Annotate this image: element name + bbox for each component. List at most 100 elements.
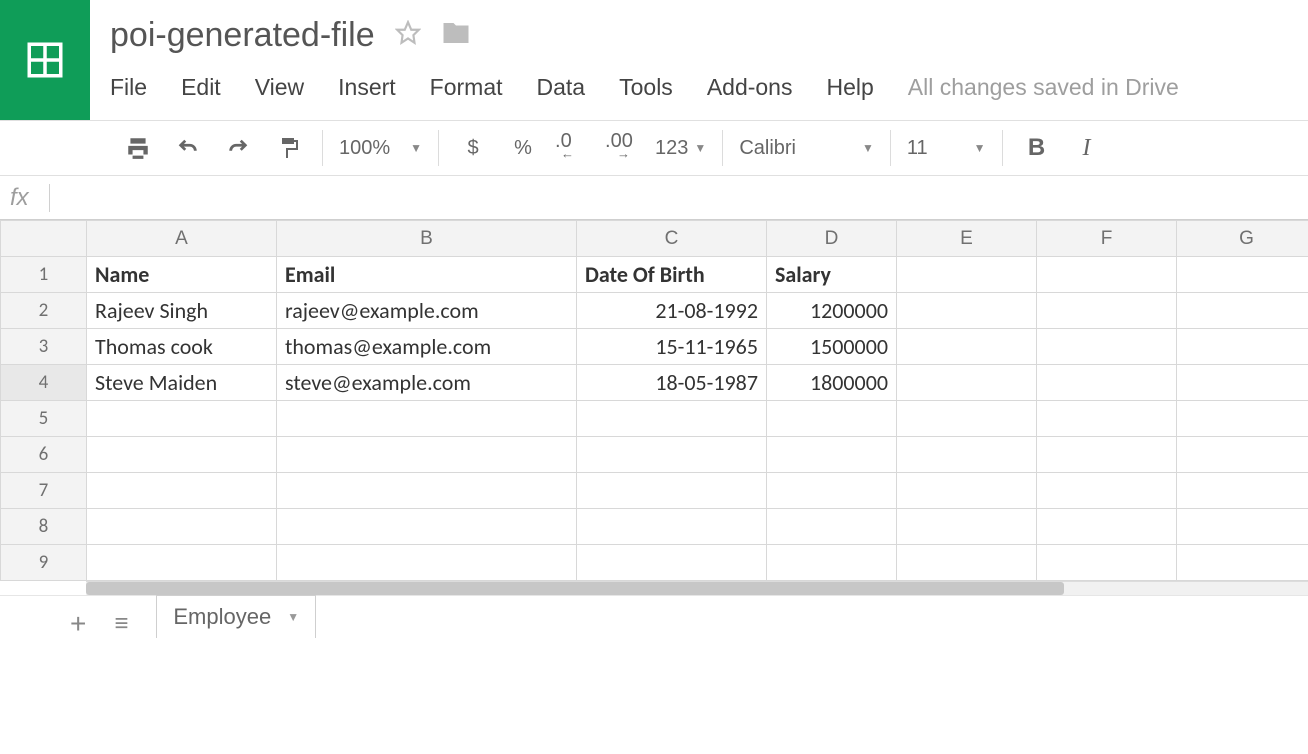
cell[interactable]: [897, 293, 1037, 329]
row-header[interactable]: 5: [1, 401, 87, 437]
menu-file[interactable]: File: [110, 74, 147, 101]
cell[interactable]: [577, 509, 767, 545]
col-header-A[interactable]: A: [87, 221, 277, 257]
cell[interactable]: [277, 437, 577, 473]
cell[interactable]: Steve Maiden: [87, 365, 277, 401]
cell[interactable]: [1177, 365, 1308, 401]
menu-help[interactable]: Help: [826, 74, 873, 101]
row-header[interactable]: 1: [1, 257, 87, 293]
cell[interactable]: [577, 437, 767, 473]
zoom-selector[interactable]: 100%▼: [339, 137, 422, 160]
format-currency[interactable]: $: [455, 130, 491, 166]
cell[interactable]: [1037, 293, 1177, 329]
cell[interactable]: [897, 365, 1037, 401]
all-sheets-button[interactable]: ≡: [114, 610, 128, 638]
cell[interactable]: [87, 545, 277, 581]
cell[interactable]: Date Of Birth: [577, 257, 767, 293]
cell[interactable]: [1177, 545, 1308, 581]
cell[interactable]: [1037, 365, 1177, 401]
formula-input[interactable]: [70, 176, 1308, 219]
cell[interactable]: [1177, 437, 1308, 473]
cell[interactable]: 1200000: [767, 293, 897, 329]
col-header-C[interactable]: C: [577, 221, 767, 257]
cell[interactable]: [87, 509, 277, 545]
cell[interactable]: [1037, 509, 1177, 545]
row-header[interactable]: 8: [1, 509, 87, 545]
select-all-corner[interactable]: [1, 221, 87, 257]
cell[interactable]: [1037, 437, 1177, 473]
cell[interactable]: [1177, 293, 1308, 329]
document-title[interactable]: poi-generated-file: [110, 16, 375, 55]
cell[interactable]: [577, 473, 767, 509]
italic-button[interactable]: I: [1069, 130, 1105, 166]
row-header[interactable]: 4: [1, 365, 87, 401]
cell[interactable]: [767, 401, 897, 437]
col-header-G[interactable]: G: [1177, 221, 1308, 257]
cell[interactable]: Salary: [767, 257, 897, 293]
cell[interactable]: [1177, 257, 1308, 293]
cell[interactable]: [1177, 329, 1308, 365]
bold-button[interactable]: B: [1019, 130, 1055, 166]
font-size-selector[interactable]: 11▼: [907, 137, 986, 160]
cell[interactable]: [87, 401, 277, 437]
cell[interactable]: [897, 401, 1037, 437]
cell[interactable]: 1800000: [767, 365, 897, 401]
menu-data[interactable]: Data: [537, 74, 586, 101]
cell[interactable]: [1037, 473, 1177, 509]
cell[interactable]: [897, 257, 1037, 293]
increase-decimal[interactable]: .00: [605, 130, 641, 166]
decrease-decimal[interactable]: .0: [555, 130, 591, 166]
cell[interactable]: [767, 509, 897, 545]
cell[interactable]: [1177, 509, 1308, 545]
cell[interactable]: Name: [87, 257, 277, 293]
row-header[interactable]: 2: [1, 293, 87, 329]
col-header-D[interactable]: D: [767, 221, 897, 257]
sheet-tab-menu-icon[interactable]: ▼: [287, 610, 299, 624]
cell[interactable]: [897, 509, 1037, 545]
cell[interactable]: steve@example.com: [277, 365, 577, 401]
menu-addons[interactable]: Add-ons: [707, 74, 793, 101]
cell[interactable]: thomas@example.com: [277, 329, 577, 365]
cell[interactable]: Rajeev Singh: [87, 293, 277, 329]
cell[interactable]: [577, 401, 767, 437]
menu-edit[interactable]: Edit: [181, 74, 221, 101]
cell[interactable]: [1037, 545, 1177, 581]
cell[interactable]: [897, 329, 1037, 365]
folder-icon[interactable]: [441, 18, 471, 53]
cell[interactable]: [577, 545, 767, 581]
menu-view[interactable]: View: [255, 74, 304, 101]
cell[interactable]: 21-08-1992: [577, 293, 767, 329]
cell[interactable]: Thomas cook: [87, 329, 277, 365]
cell[interactable]: [1037, 329, 1177, 365]
row-header[interactable]: 3: [1, 329, 87, 365]
cell[interactable]: rajeev@example.com: [277, 293, 577, 329]
cell[interactable]: [1177, 473, 1308, 509]
col-header-E[interactable]: E: [897, 221, 1037, 257]
cell[interactable]: [277, 509, 577, 545]
add-sheet-button[interactable]: +: [70, 608, 86, 640]
menu-format[interactable]: Format: [430, 74, 503, 101]
cell[interactable]: 1500000: [767, 329, 897, 365]
cell[interactable]: [277, 401, 577, 437]
cell[interactable]: [897, 473, 1037, 509]
menu-tools[interactable]: Tools: [619, 74, 673, 101]
horizontal-scrollbar[interactable]: [86, 581, 1308, 595]
col-header-F[interactable]: F: [1037, 221, 1177, 257]
cell[interactable]: [277, 473, 577, 509]
cell[interactable]: 18-05-1987: [577, 365, 767, 401]
star-icon[interactable]: [395, 20, 421, 51]
print-icon[interactable]: [120, 130, 156, 166]
cell[interactable]: [767, 473, 897, 509]
format-percent[interactable]: %: [505, 130, 541, 166]
row-header[interactable]: 9: [1, 545, 87, 581]
col-header-B[interactable]: B: [277, 221, 577, 257]
font-selector[interactable]: Calibri▼: [739, 137, 874, 160]
cell[interactable]: [897, 437, 1037, 473]
menu-insert[interactable]: Insert: [338, 74, 396, 101]
cell[interactable]: [767, 545, 897, 581]
cell[interactable]: [767, 437, 897, 473]
row-header[interactable]: 6: [1, 437, 87, 473]
cell[interactable]: [1177, 401, 1308, 437]
redo-icon[interactable]: [220, 130, 256, 166]
row-header[interactable]: 7: [1, 473, 87, 509]
